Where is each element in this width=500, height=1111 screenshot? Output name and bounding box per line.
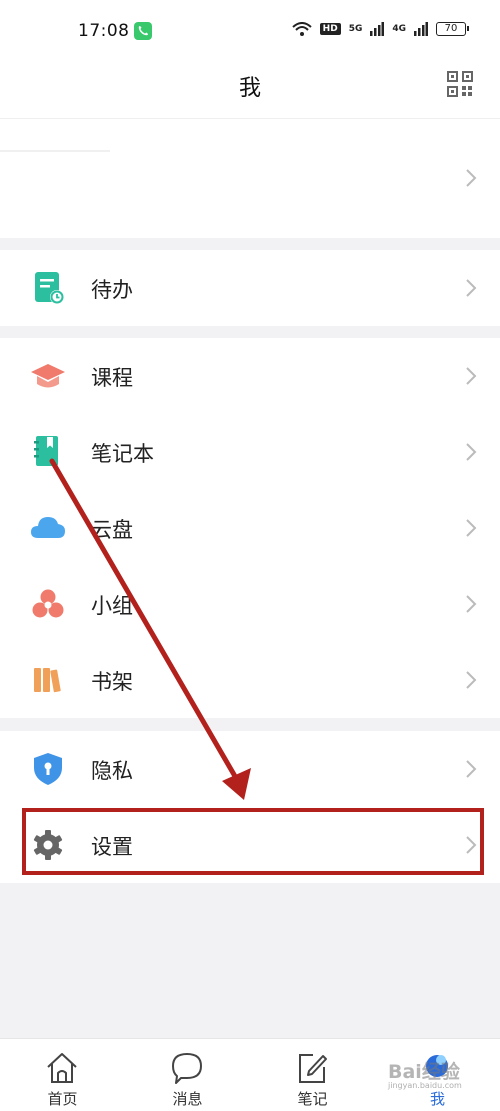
- signal-icon-2: [414, 22, 428, 36]
- network-4g: 4G: [392, 23, 406, 34]
- home-icon: [47, 1053, 77, 1083]
- header: 我: [0, 60, 500, 118]
- notebook-icon: [34, 436, 58, 466]
- chevron-right-icon: [466, 519, 477, 537]
- menu-label-course: 课程: [91, 366, 133, 390]
- status-time: 17:08: [78, 21, 130, 41]
- shield-icon: [34, 753, 62, 785]
- menu-item-bookshelf[interactable]: 书架: [0, 642, 500, 718]
- page-title: 我: [238, 76, 261, 101]
- chat-bubble-icon: [172, 1053, 202, 1084]
- cloud-icon: [31, 517, 65, 538]
- chevron-right-icon: [466, 595, 477, 613]
- tab-label-notes: 笔记: [297, 1090, 328, 1108]
- status-bar: 17:08 HD 5G 4G 70: [0, 0, 500, 60]
- menu-label-cloud: 云盘: [91, 518, 133, 542]
- chevron-right-icon: [466, 367, 477, 385]
- hd-badge: HD: [319, 23, 341, 35]
- menu-item-course[interactable]: 课程: [0, 338, 500, 414]
- watermark: Bai经验 jingyan.baidu.com: [388, 1057, 462, 1090]
- menu-item-group[interactable]: 小组: [0, 566, 500, 642]
- signal-icon: [370, 22, 385, 36]
- bookshelf-icon: [34, 668, 61, 693]
- profile-card[interactable]: [0, 118, 500, 238]
- tab-home[interactable]: 首页: [0, 1039, 125, 1111]
- battery-icon: 70: [436, 22, 469, 36]
- annotation-highlight-box: [22, 808, 484, 875]
- chevron-right-icon: [466, 279, 477, 297]
- graduation-cap-icon: [31, 364, 65, 388]
- menu-label-todo: 待办: [91, 278, 133, 302]
- tab-label-me: 我: [429, 1090, 445, 1108]
- tab-messages[interactable]: 消息: [125, 1039, 250, 1111]
- menu-label-group: 小组: [91, 594, 133, 618]
- todo-icon: [35, 272, 64, 304]
- chevron-right-icon: [466, 443, 477, 461]
- network-5g: 5G: [348, 23, 363, 34]
- phone-call-icon: [134, 22, 152, 40]
- menu-label-privacy: 隐私: [91, 759, 133, 783]
- chevron-right-icon: [466, 760, 477, 778]
- menu-label-notebook: 笔记本: [91, 442, 154, 466]
- chevron-right-icon: [466, 169, 477, 187]
- qr-code-icon[interactable]: [447, 71, 473, 97]
- menu-item-privacy[interactable]: 隐私: [0, 731, 500, 807]
- menu-item-cloud[interactable]: 云盘: [0, 490, 500, 566]
- watermark-brand: Bai经验: [388, 1061, 460, 1083]
- edit-note-icon: [299, 1054, 327, 1083]
- group-icon: [32, 589, 64, 618]
- menu-item-todo[interactable]: 待办: [0, 250, 500, 326]
- wifi-icon: [292, 22, 312, 36]
- tab-label-home: 首页: [47, 1090, 78, 1108]
- watermark-site: jingyan.baidu.com: [388, 1081, 462, 1090]
- features-card: 课程 笔记本 云盘 小组 书架: [0, 338, 500, 718]
- tab-notes[interactable]: 笔记: [250, 1039, 375, 1111]
- menu-item-notebook[interactable]: 笔记本: [0, 414, 500, 490]
- todo-card: 待办: [0, 250, 500, 326]
- tab-label-messages: 消息: [172, 1090, 203, 1108]
- menu-label-bookshelf: 书架: [91, 670, 133, 694]
- status-indicators: HD 5G 4G 70: [292, 22, 469, 36]
- chevron-right-icon: [466, 671, 477, 689]
- profile-placeholder: [0, 150, 110, 152]
